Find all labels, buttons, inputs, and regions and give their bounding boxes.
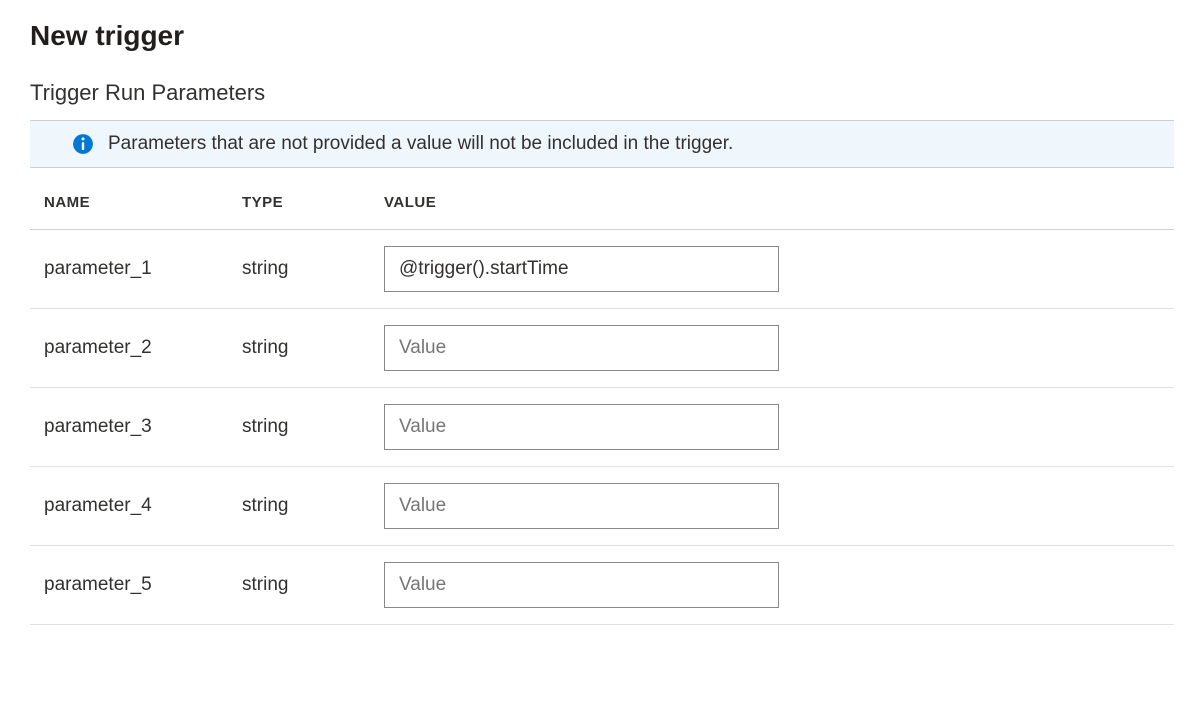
- param-name: parameter_5: [44, 574, 242, 596]
- info-banner-text: Parameters that are not provided a value…: [108, 133, 733, 155]
- parameters-table: NAME TYPE VALUE parameter_1 string param…: [30, 168, 1174, 625]
- info-icon: [72, 133, 94, 155]
- header-name: NAME: [44, 194, 242, 211]
- param-name: parameter_2: [44, 337, 242, 359]
- table-header-row: NAME TYPE VALUE: [30, 168, 1174, 230]
- table-row: parameter_2 string: [30, 309, 1174, 388]
- param-value-input[interactable]: [384, 562, 779, 608]
- param-value-input[interactable]: [384, 325, 779, 371]
- page-title: New trigger: [30, 20, 1174, 52]
- param-name: parameter_4: [44, 495, 242, 517]
- table-row: parameter_1 string: [30, 230, 1174, 309]
- param-name: parameter_1: [44, 258, 242, 280]
- info-banner: Parameters that are not provided a value…: [30, 120, 1174, 168]
- section-title: Trigger Run Parameters: [30, 80, 1174, 106]
- param-type: string: [242, 574, 384, 596]
- param-name: parameter_3: [44, 416, 242, 438]
- header-value: VALUE: [384, 194, 1174, 211]
- table-row: parameter_3 string: [30, 388, 1174, 467]
- header-type: TYPE: [242, 194, 384, 211]
- param-value-input[interactable]: [384, 404, 779, 450]
- param-type: string: [242, 337, 384, 359]
- table-row: parameter_4 string: [30, 467, 1174, 546]
- table-row: parameter_5 string: [30, 546, 1174, 625]
- param-value-input[interactable]: [384, 246, 779, 292]
- param-type: string: [242, 258, 384, 280]
- param-type: string: [242, 416, 384, 438]
- param-value-input[interactable]: [384, 483, 779, 529]
- param-type: string: [242, 495, 384, 517]
